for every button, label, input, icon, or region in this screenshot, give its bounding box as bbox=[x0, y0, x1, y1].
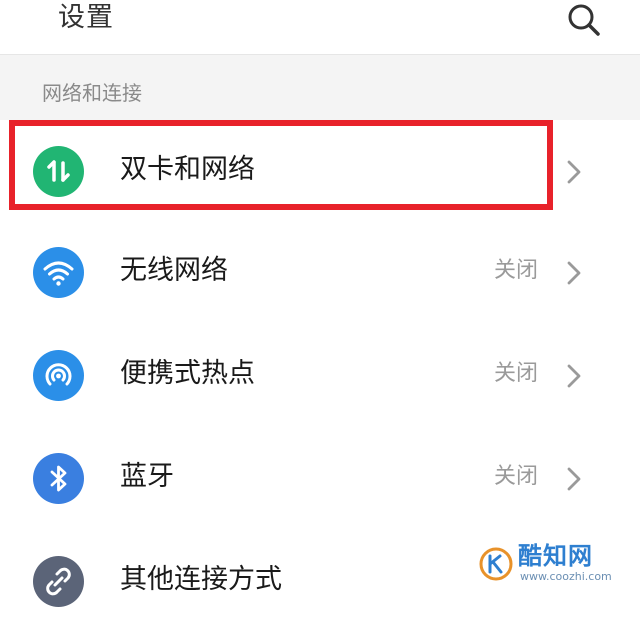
watermark-url: www.coozhi.com bbox=[520, 570, 612, 583]
hotspot-icon bbox=[33, 350, 84, 401]
status-text: 关闭 bbox=[494, 258, 539, 283]
watermark-name: 酷知网 bbox=[518, 542, 593, 570]
chevron-right-icon bbox=[567, 467, 581, 491]
settings-item-bluetooth[interactable]: 蓝牙 关闭 bbox=[0, 427, 640, 530]
section-title: 网络和连接 bbox=[42, 81, 142, 105]
settings-item-wifi[interactable]: 无线网络 关闭 bbox=[0, 221, 640, 324]
settings-item-label: 无线网络 bbox=[120, 255, 228, 286]
status-text: 关闭 bbox=[494, 464, 539, 489]
chevron-right-icon bbox=[567, 261, 581, 285]
wifi-icon bbox=[33, 247, 84, 298]
settings-item-hotspot[interactable]: 便携式热点 关闭 bbox=[0, 324, 640, 427]
bluetooth-icon bbox=[33, 453, 84, 504]
settings-item-label: 蓝牙 bbox=[120, 461, 174, 492]
settings-item-label: 便携式热点 bbox=[120, 358, 255, 389]
chevron-right-icon bbox=[567, 364, 581, 388]
chevron-right-icon bbox=[567, 160, 581, 184]
header: 设置 bbox=[0, 0, 640, 55]
highlight-annotation-box bbox=[9, 120, 553, 210]
watermark: 酷知网 www.coozhi.com bbox=[478, 540, 638, 590]
link-icon bbox=[33, 556, 84, 607]
search-icon bbox=[568, 4, 600, 36]
coozhi-logo-icon bbox=[479, 547, 513, 581]
search-button[interactable] bbox=[564, 0, 604, 40]
settings-item-label: 其他连接方式 bbox=[120, 564, 282, 595]
status-text: 关闭 bbox=[494, 361, 539, 386]
page-title: 设置 bbox=[58, 2, 114, 33]
